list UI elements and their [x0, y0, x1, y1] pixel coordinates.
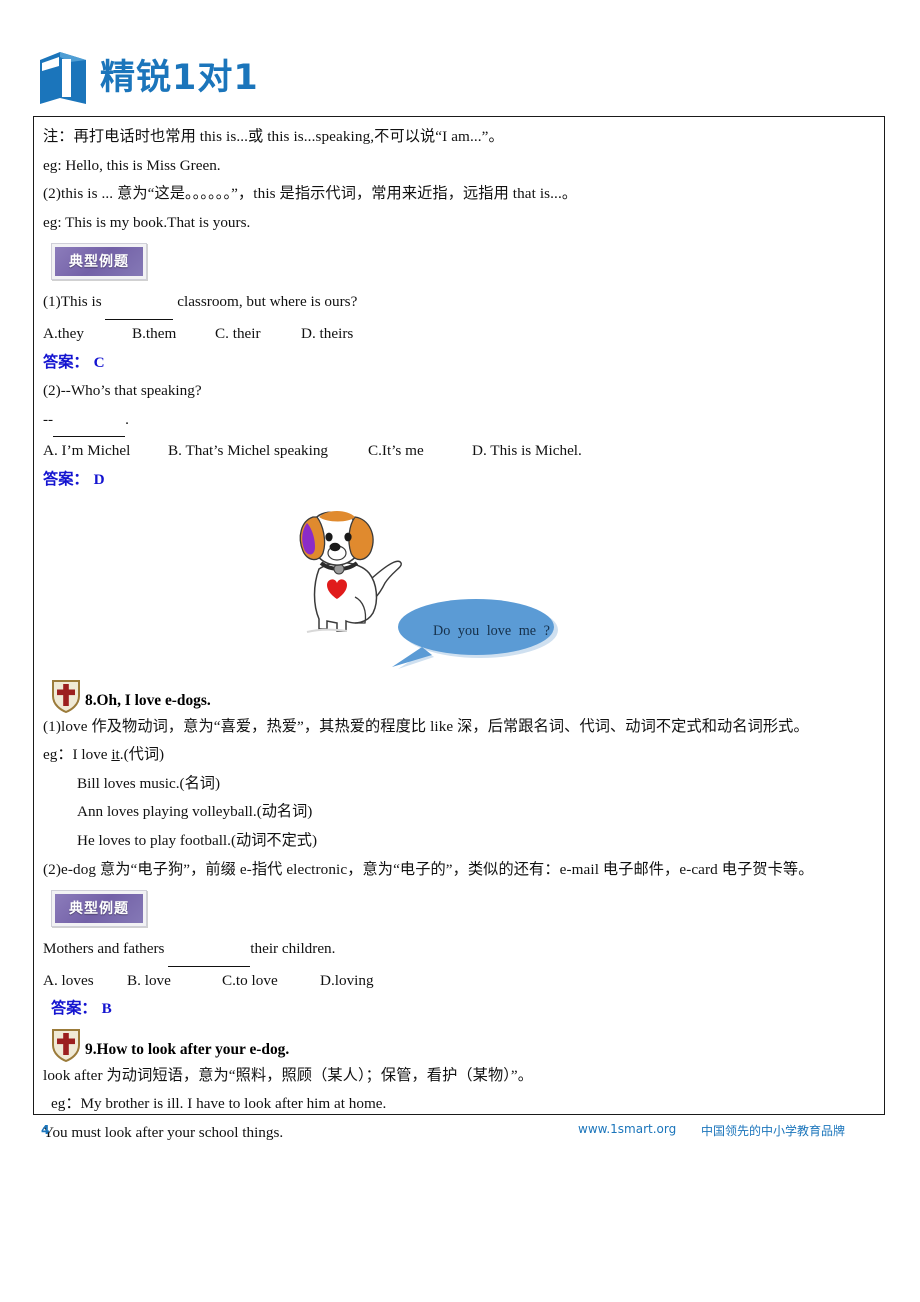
page-footer: 4 www.1smart.org 中国领先的中小学教育品牌	[33, 1120, 885, 1142]
question-1-option-d[interactable]: D. theirs	[301, 325, 353, 342]
question-1-option-a[interactable]: A.they	[43, 320, 132, 349]
footer-page-number: 4	[41, 1122, 50, 1137]
note-line: 注：再打电话时也常用 this is...或 this is...speakin…	[43, 128, 504, 145]
question-1-answer-label: 答案：	[43, 353, 89, 371]
question-1-stem: (1)This is classroom, but where is ours?	[43, 288, 876, 320]
section-9-title: 9.How to look after your e-dog.	[85, 1040, 290, 1058]
page-header: 精锐1对1	[40, 46, 259, 110]
section-8-question-stem-before: Mothers and fathers	[43, 940, 169, 958]
section-9-heading: 9.How to look after your e-dog.	[51, 1024, 876, 1062]
question-2-dash-prefix: --	[43, 410, 54, 428]
section-8-example-3: Ann loves playing volleyball.(动名词)	[77, 803, 313, 821]
section-9-para-1: look after 为动词短语，意为“照料，照顾（某人）；保管，看护（某物）”…	[43, 1066, 534, 1084]
section-8-heading: 8.Oh, I love e-dogs.	[51, 675, 876, 713]
section-8-option-a[interactable]: A. loves	[43, 967, 127, 996]
section-8-example-2: Bill loves music.(名词)	[77, 774, 221, 792]
question-2-option-c[interactable]: C.It’s me	[368, 437, 472, 466]
example-questions-badge-1: 典型例题	[51, 243, 147, 281]
example-questions-badge-2-label: 典型例题	[55, 894, 143, 924]
section-8-question-stem-after: their children.	[250, 940, 336, 958]
shield-cross-icon	[52, 679, 80, 713]
question-2-options: A. I’m Michel B. That’s Michel speaking C.…	[43, 437, 876, 466]
document-content-frame: 注：再打电话时也常用 this is...或 this is...speakin…	[33, 116, 885, 1141]
question-1-option-c[interactable]: C. their	[215, 320, 301, 349]
question-1-options: A.they B.them C. their D. theirs	[43, 320, 876, 349]
question-2-option-d[interactable]: D. This is Michel.	[472, 442, 582, 459]
section-8-option-c[interactable]: C.to love	[222, 967, 320, 996]
section-8-example-1-prefix: eg：I love	[43, 746, 112, 764]
question-2-answer-value: D	[93, 470, 105, 488]
speech-bubble-text: Do you love me ?	[433, 622, 550, 639]
question-2-answer-label: 答案：	[43, 470, 89, 488]
question-2-dash-suffix: .	[125, 410, 129, 428]
question-1-blank	[105, 290, 174, 320]
question-1-option-b[interactable]: B.them	[132, 320, 215, 349]
dog-illustration-area: Do you love me ?	[43, 503, 876, 673]
example-hello-line: eg: Hello, this is Miss Green.	[43, 156, 221, 174]
section-8-question-answer: 答案： B	[43, 995, 876, 1024]
section-8-example-1-suffix: .(代词)	[119, 746, 165, 764]
footer-website-url[interactable]: www.1smart.org	[578, 1122, 676, 1136]
section-8-example-4: He loves to play football.(动词不定式)	[77, 831, 318, 849]
footer-slogan: 中国领先的中小学教育品牌	[701, 1124, 846, 1138]
example-questions-badge-1-label: 典型例题	[55, 247, 143, 277]
question-2-stem: (2)--Who’s that speaking?	[43, 382, 202, 400]
question-1-stem-after: classroom, but where is ours?	[173, 293, 358, 311]
section-8-para-1: (1)love 作及物动词，意为“喜爱，热爱”，其热爱的程度比 like 深，后…	[43, 717, 809, 735]
question-1-answer-value: C	[93, 353, 105, 371]
question-2-option-a[interactable]: A. I’m Michel	[43, 437, 168, 466]
open-book-one-logo-icon	[40, 52, 86, 104]
section-8-answer-label: 答案：	[51, 1000, 97, 1018]
example-questions-badge-2: 典型例题	[51, 890, 147, 928]
section-8-para-2: (2)e-dog 意为“电子狗”，前缀 e-指代 electronic，意为“电…	[43, 860, 814, 878]
shield-cross-icon	[52, 1028, 80, 1062]
section-8-question-stem: Mothers and fathers their children.	[43, 935, 876, 967]
section-8-example-1-underlined: it	[111, 746, 120, 764]
question-2-answer: 答案： D	[43, 466, 876, 495]
section-8-title: 8.Oh, I love e-dogs.	[85, 691, 211, 709]
section-8-option-b[interactable]: B. love	[127, 967, 222, 996]
example-my-book-line: eg: This is my book.That is yours.	[43, 213, 251, 231]
question-1-stem-before: (1)This is	[43, 293, 106, 311]
question-2-option-b[interactable]: B. That’s Michel speaking	[168, 437, 368, 466]
this-is-meaning-line: (2)this is ... 意为“这是。。。。。。”，this 是指示代词，常…	[43, 185, 578, 203]
section-8-example-1: eg：I love it.(代词)	[43, 741, 876, 770]
section-8-option-d[interactable]: D.loving	[320, 972, 374, 989]
section-8-question-options: A. loves B. love C.to love D.loving	[43, 967, 876, 996]
section-8-question-blank	[168, 937, 251, 967]
section-8-answer-value: B	[101, 1000, 112, 1018]
question-2-response-line: -- .	[43, 406, 876, 438]
brand-name: 精锐1对1	[100, 57, 259, 98]
section-9-example-1: eg：My brother is ill. I have to look aft…	[51, 1095, 387, 1113]
question-2-blank	[53, 408, 126, 438]
question-1-answer: 答案： C	[43, 349, 876, 378]
